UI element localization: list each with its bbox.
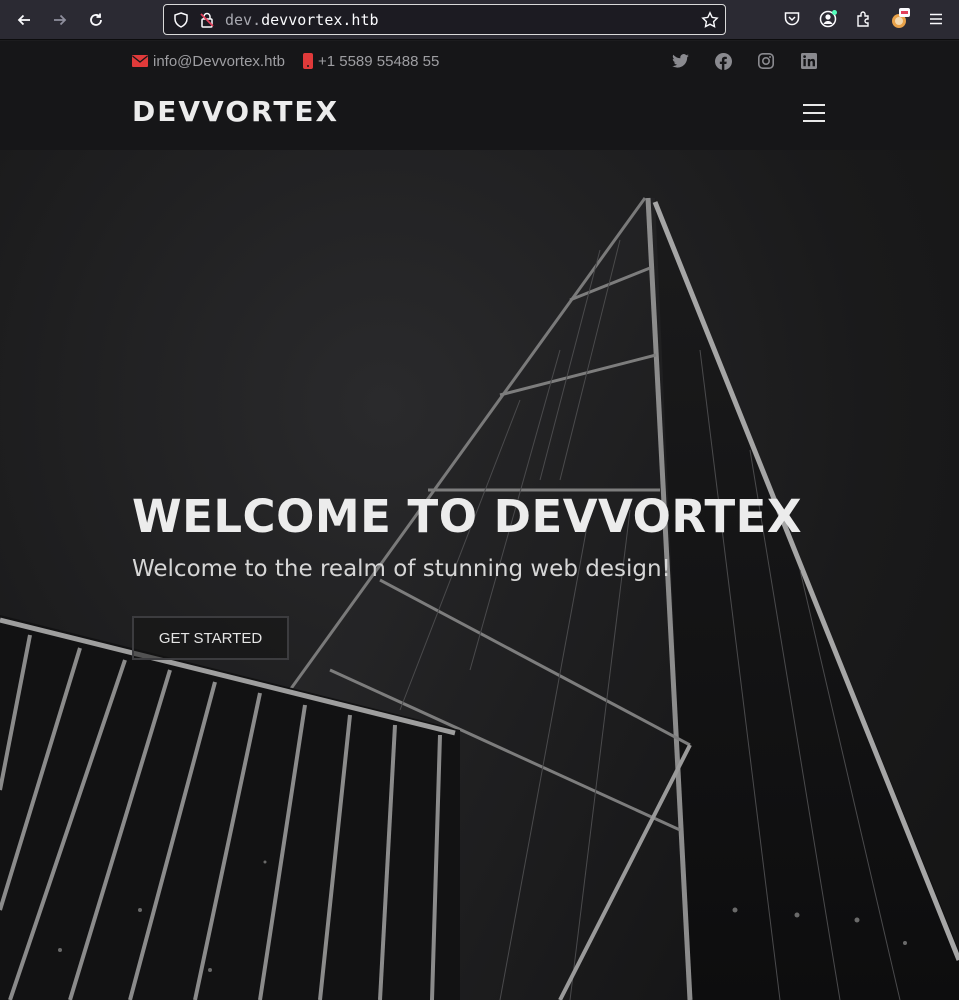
site-header: info@Devvortex.htb +1 5589 55488 55 DEVV…: [0, 41, 959, 150]
envelope-icon: [132, 55, 148, 67]
phone-icon: [302, 53, 313, 69]
menu-icon[interactable]: [925, 8, 947, 30]
bookmark-star-icon[interactable]: [701, 11, 719, 29]
lock-warning-icon[interactable]: [198, 11, 216, 29]
email-text: info@Devvortex.htb: [153, 52, 285, 70]
forward-arrow-icon: [54, 14, 67, 26]
shield-icon[interactable]: [172, 11, 190, 29]
twitter-icon[interactable]: [670, 51, 690, 71]
reload-button[interactable]: [82, 6, 110, 34]
contact-topbar: info@Devvortex.htb +1 5589 55488 55: [132, 51, 457, 71]
back-arrow-icon: [17, 14, 30, 26]
site-logo[interactable]: DEVVORTEX: [132, 95, 339, 128]
back-button[interactable]: [10, 6, 38, 34]
facebook-icon[interactable]: [713, 51, 733, 71]
hero-title: WELCOME TO DEVVORTEX: [132, 490, 803, 543]
account-icon[interactable]: [817, 8, 839, 30]
get-started-button[interactable]: GET STARTED: [132, 616, 289, 660]
address-bar[interactable]: dev.devvortex.htb: [163, 4, 726, 35]
social-links: [670, 51, 842, 71]
linkedin-icon[interactable]: [799, 51, 819, 71]
extensions-icon[interactable]: [853, 8, 875, 30]
forward-button[interactable]: [46, 6, 74, 34]
phone-text: +1 5589 55488 55: [317, 52, 440, 70]
email-contact[interactable]: info@Devvortex.htb: [132, 53, 285, 70]
browser-toolbar: dev.devvortex.htb: [0, 0, 959, 40]
phone-contact[interactable]: +1 5589 55488 55: [302, 52, 440, 70]
url-text[interactable]: dev.devvortex.htb: [225, 11, 379, 29]
extension-badge-icon[interactable]: [889, 8, 911, 30]
pocket-icon[interactable]: [781, 8, 803, 30]
hamburger-menu-icon[interactable]: [803, 104, 825, 124]
hero-section: WELCOME TO DEVVORTEX Welcome to the real…: [0, 150, 959, 1000]
hero-subtitle: Welcome to the realm of stunning web des…: [132, 556, 671, 582]
instagram-icon[interactable]: [756, 51, 776, 71]
reload-icon: [90, 13, 102, 26]
